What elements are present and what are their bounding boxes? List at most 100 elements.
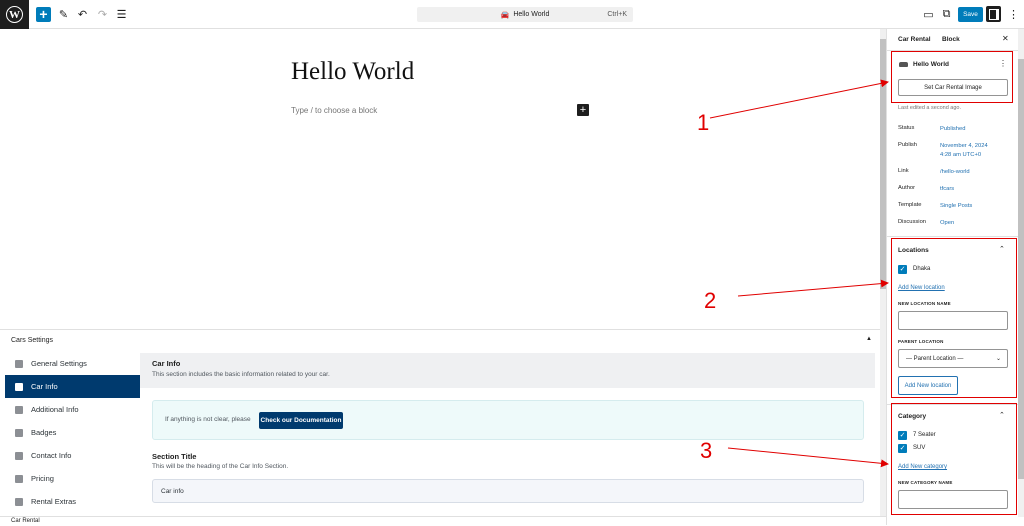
options-kebab-icon[interactable]: ⋮ [1006,7,1021,22]
document-icon [15,405,23,414]
category-panel-title[interactable]: Category [898,413,926,420]
document-title: Hello World [513,11,550,18]
nav-label: Badges [31,428,57,437]
editor-top-toolbar: W + ✎ ↶ ↷ ☰ 🚘 Hello World Ctrl+K ▭ ⧉ Sav… [0,0,1024,29]
nav-label: Pricing [31,474,54,483]
location-label: Dhaka [913,266,931,272]
gear-icon [15,359,23,368]
publish-date-value[interactable]: November 4, 2024 4:28 am UTC+0 [940,142,988,160]
add-new-location-link[interactable]: Add New location [898,285,945,291]
last-edited-text: Last edited a second ago. [898,105,961,111]
shortcut-hint: Ctrl+K [607,11,627,18]
status-value[interactable]: Published [940,125,965,134]
chevron-up-icon[interactable]: ⌃ [999,411,1005,419]
add-block-button[interactable]: + [577,104,589,116]
author-value[interactable]: tfcars [940,185,954,194]
row-key: Status [898,125,915,131]
block-inserter-button[interactable]: + [36,7,51,22]
calendar-icon [15,382,23,391]
add-new-location-button[interactable]: Add New location [898,376,958,395]
nav-additional-info[interactable]: Additional Info [5,398,140,421]
new-category-name-input[interactable] [898,490,1008,509]
notice-text: If anything is not clear, please [165,416,251,423]
metabox-title: Cars Settings [11,337,54,344]
pricing-icon [15,474,23,483]
locations-panel-title[interactable]: Locations [898,247,929,254]
link-value[interactable]: /hello-world [940,168,970,177]
nav-label: Rental Extras [31,497,77,506]
save-button[interactable]: Save [958,7,983,22]
document-overview-icon[interactable]: ☰ [114,7,129,22]
row-key: Publish [898,142,918,148]
command-palette-bar[interactable]: 🚘 Hello World Ctrl+K [417,7,633,22]
documentation-notice: If anything is not clear, please Check o… [152,400,864,440]
discussion-value[interactable]: Open [940,219,954,228]
wordpress-logo-button[interactable]: W [0,0,29,29]
tab-block[interactable]: Block [942,36,960,43]
category-label: SUV [913,445,926,451]
cars-settings-metabox: Cars Settings ▲ General Settings Car Inf… [0,329,880,522]
row-key: Author [898,185,916,191]
contact-icon [15,451,23,460]
footer-breadcrumb[interactable]: Car Rental [0,516,886,525]
documentation-button[interactable]: Check our Documentation [259,412,343,429]
nav-pricing[interactable]: Pricing [5,467,140,490]
editor-canvas[interactable] [0,29,880,329]
divider [887,404,1019,405]
category-checkbox-7-seater[interactable]: ✓ [898,431,907,440]
car-icon: 🚘 [500,11,510,19]
close-icon[interactable]: ✕ [1002,34,1009,43]
nav-badges[interactable]: Badges [5,421,140,444]
nav-car-info[interactable]: Car Info [5,375,140,398]
row-key: Template [898,202,922,208]
preview-device-icon[interactable]: ▭ [921,7,936,22]
car-icon [899,62,908,67]
template-value[interactable]: Single Posts [940,202,972,211]
post-actions-kebab-icon[interactable]: ⋮ [999,59,1007,68]
chevron-up-icon[interactable]: ⌃ [999,245,1005,253]
nav-rental-extras[interactable]: Rental Extras [5,490,140,513]
section-title-help: This will be the heading of the Car Info… [152,463,289,470]
tools-pen-icon[interactable]: ✎ [56,7,71,22]
row-key: Link [898,168,909,174]
sidebar-scrollbar[interactable] [1018,29,1024,517]
nav-contact-info[interactable]: Contact Info [5,444,140,467]
section-header: Car Info This section includes the basic… [140,353,875,388]
settings-sidebar-toggle-icon[interactable] [986,6,1001,22]
section-header-subtitle: This section includes the basic informat… [152,371,330,378]
new-category-name-label: NEW CATEGORY NAME [898,480,953,485]
location-checkbox-dhaka[interactable]: ✓ [898,265,907,274]
nav-label: Car Info [31,382,58,391]
nav-general-settings[interactable]: General Settings [5,352,140,375]
post-title[interactable]: Hello World [291,58,414,86]
redo-icon[interactable]: ↷ [95,7,110,22]
block-placeholder[interactable]: Type / to choose a block [291,106,377,115]
section-title-input[interactable]: Car info [152,479,864,503]
section-header-title: Car Info [152,359,181,368]
extras-icon [15,497,23,506]
post-name: Hello World [913,61,949,68]
view-post-icon[interactable]: ⧉ [939,7,954,22]
settings-sidebar: Car Rental Block ✕ Hello World ⋮ Set Car… [886,29,1024,525]
parent-location-select[interactable]: — Parent Location — ⌄ [898,349,1008,368]
new-location-name-label: NEW LOCATION NAME [898,301,951,306]
select-value: — Parent Location — [906,356,964,362]
add-new-category-link[interactable]: Add New category [898,464,947,470]
nav-label: Additional Info [31,405,79,414]
nav-label: Contact Info [31,451,72,460]
category-checkbox-suv[interactable]: ✓ [898,444,907,453]
undo-icon[interactable]: ↶ [75,7,90,22]
collapse-caret-icon[interactable]: ▲ [866,336,872,342]
parent-location-label: PARENT LOCATION [898,339,944,344]
sidebar-tabs: Car Rental Block ✕ [887,29,1024,51]
wordpress-logo-icon: W [6,6,23,23]
badge-icon [15,428,23,437]
section-title-label: Section Title [152,452,197,461]
new-location-name-input[interactable] [898,311,1008,330]
nav-label: General Settings [31,359,87,368]
tab-car-rental[interactable]: Car Rental [898,36,931,43]
set-car-rental-image-button[interactable]: Set Car Rental Image [898,79,1008,96]
category-label: 7 Seater [913,432,936,438]
row-key: Discussion [898,219,927,225]
settings-nav: General Settings Car Info Additional Inf… [5,352,140,513]
